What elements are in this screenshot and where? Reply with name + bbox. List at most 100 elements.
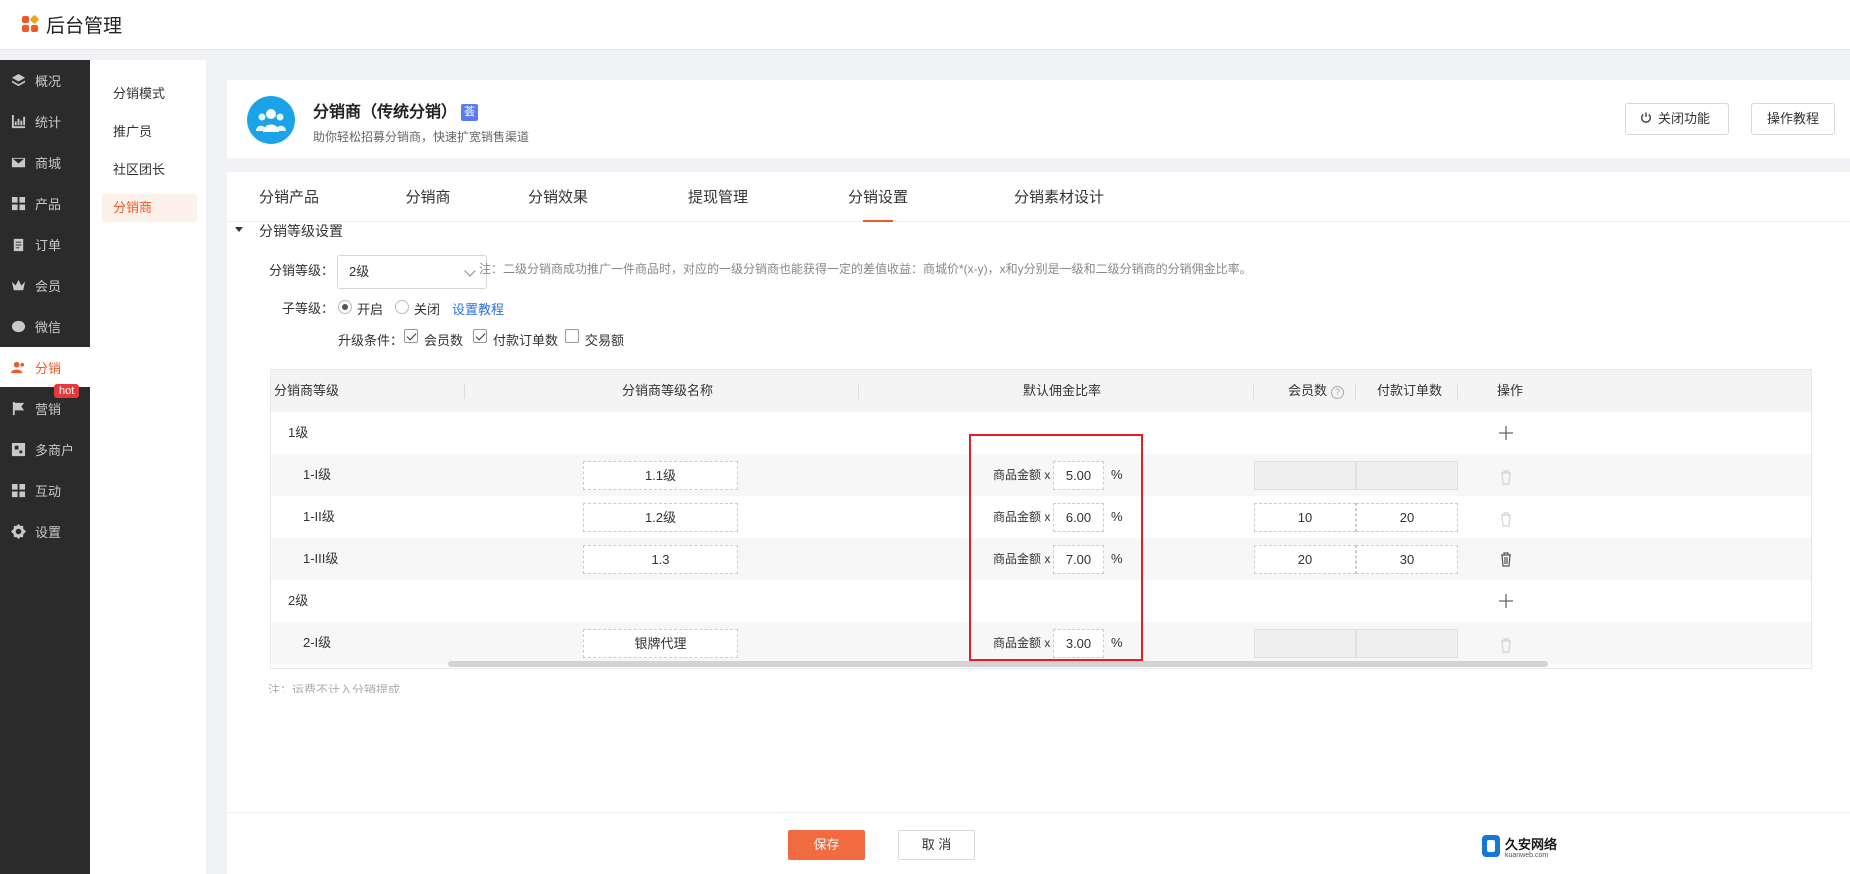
- collapse-caret-icon[interactable]: [235, 227, 243, 232]
- crown-icon: [11, 279, 26, 290]
- sublevel-on-label[interactable]: 开启: [357, 299, 383, 318]
- level-name-input[interactable]: 1.2级: [583, 503, 738, 532]
- orders-input[interactable]: 20: [1356, 503, 1458, 532]
- orders-checkbox-label[interactable]: 付款订单数: [493, 330, 558, 349]
- save-button[interactable]: 保存: [788, 830, 865, 860]
- percent-sign: %: [1111, 635, 1123, 650]
- sidebar-item-wechat[interactable]: 微信: [0, 306, 90, 346]
- setup-tutorial-link[interactable]: 设置教程: [452, 299, 504, 318]
- help-icon[interactable]: ?: [1331, 386, 1345, 399]
- row-level: 1-I级: [303, 467, 332, 482]
- rate-prefix: 商品金额 x: [993, 510, 1051, 524]
- rate-prefix: 商品金额 x: [993, 636, 1051, 650]
- trash-icon[interactable]: [1498, 551, 1514, 567]
- page-title-text: 分销商（传统分销）: [313, 104, 458, 121]
- upgrade-label: 升级条件：: [338, 333, 404, 348]
- orders-checkbox[interactable]: [473, 329, 487, 343]
- cancel-button[interactable]: 取 消: [898, 830, 975, 860]
- trash-icon: [1501, 638, 1511, 653]
- orders-input: [1356, 629, 1458, 658]
- grid-icon: [11, 196, 26, 210]
- rate-input[interactable]: 3.00: [1053, 629, 1104, 658]
- page-subtitle: 助你轻松招募分销商，快速扩宽销售渠道: [313, 130, 530, 144]
- submenu-item-promoter[interactable]: 推广员: [102, 118, 197, 146]
- rate-input[interactable]: 5.00: [1053, 461, 1104, 490]
- tutorial-button[interactable]: 操作教程: [1751, 103, 1835, 135]
- column-divider: [1355, 384, 1356, 399]
- gear-icon: [11, 523, 26, 539]
- sidebar-item-overview[interactable]: 概况: [0, 60, 90, 100]
- sidebar-item-label: 设置: [35, 524, 62, 540]
- sidebar-item-products[interactable]: 产品: [0, 183, 90, 223]
- sidebar-item-label: 多商户: [35, 442, 75, 458]
- section-title: 分销等级设置: [259, 223, 343, 239]
- sidebar-item-settings[interactable]: 设置: [0, 511, 90, 551]
- sidebar-item-orders[interactable]: 订单: [0, 224, 90, 264]
- level-note: 注：二级分销商成功推广一件商品时，对应的一级分销商也能获得一定的差值收益：商城价…: [479, 262, 1252, 276]
- table-row-group: 1级: [271, 412, 1811, 454]
- flag-icon: [12, 401, 25, 415]
- th-orders: 付款订单数: [1377, 383, 1443, 398]
- power-icon: [1641, 112, 1651, 123]
- rate-input[interactable]: 6.00: [1053, 503, 1104, 532]
- sidebar-item-distribution[interactable]: 分销: [0, 347, 90, 387]
- sidebar-item-marketing[interactable]: 营销 hot: [0, 384, 90, 428]
- add-icon[interactable]: [1498, 425, 1514, 441]
- wechat-icon: [11, 320, 26, 332]
- footer-bar: [227, 812, 1850, 874]
- submenu-item-mode[interactable]: 分销模式: [102, 80, 197, 108]
- distributor-app-icon: [247, 96, 295, 144]
- amount-checkbox[interactable]: [565, 329, 579, 343]
- submenu-item-distributor[interactable]: 分销商: [102, 194, 197, 222]
- table-row: 1-III级 1.3 商品金额 x 7.00 % 20 30: [271, 538, 1811, 580]
- sublevel-on-radio[interactable]: [338, 300, 352, 314]
- sidebar-item-multi-merchant[interactable]: 多商户: [0, 429, 90, 469]
- th-members: 会员数?: [1288, 370, 1345, 412]
- submenu-item-community-leader[interactable]: 社区团长: [102, 156, 197, 184]
- tab-material-design[interactable]: 分销素材设计: [1004, 172, 1114, 222]
- hot-badge: hot: [54, 384, 80, 398]
- mail-icon: [11, 157, 26, 167]
- members-checkbox-label[interactable]: 会员数: [424, 330, 463, 349]
- people-icon: [11, 361, 25, 373]
- table-horizontal-scrollbar[interactable]: [448, 661, 1548, 667]
- level-name-input[interactable]: 银牌代理: [583, 629, 738, 658]
- sidebar-item-interaction[interactable]: 互动: [0, 470, 90, 510]
- close-feature-label: 关闭功能: [1658, 111, 1711, 126]
- feature-tag: 荟: [461, 104, 479, 121]
- th-members-text: 会员数: [1288, 383, 1328, 398]
- orders-input[interactable]: 30: [1356, 545, 1458, 574]
- level-select[interactable]: 2级: [337, 255, 487, 289]
- level-name-input[interactable]: 1.1级: [583, 461, 738, 490]
- sublevel-label: 子等级：: [282, 301, 335, 316]
- layers-icon: [11, 73, 26, 86]
- tab-effect[interactable]: 分销效果: [518, 172, 598, 222]
- tab-withdrawal[interactable]: 提现管理: [678, 172, 758, 222]
- members-input[interactable]: 20: [1254, 545, 1356, 574]
- close-feature-button[interactable]: 关闭功能: [1625, 103, 1729, 135]
- sidebar-item-label: 统计: [35, 114, 62, 130]
- table-row: 1-I级 1.1级 商品金额 x 5.00 %: [271, 454, 1811, 496]
- rate-input[interactable]: 7.00: [1053, 545, 1104, 574]
- members-checkbox[interactable]: [404, 329, 418, 343]
- sublevel-off-radio[interactable]: [395, 300, 409, 314]
- sidebar-item-members[interactable]: 会员: [0, 265, 90, 305]
- amount-checkbox-label[interactable]: 交易额: [585, 330, 624, 349]
- level-name-input[interactable]: 1.3: [583, 545, 738, 574]
- members-input[interactable]: 10: [1254, 503, 1356, 532]
- th-name: 分销商等级名称: [622, 383, 714, 398]
- tab-products[interactable]: 分销产品: [249, 172, 329, 222]
- column-divider: [1457, 384, 1458, 399]
- footer-note: 注：运费不计入分销提成: [268, 683, 401, 693]
- tab-settings[interactable]: 分销设置: [838, 172, 918, 222]
- members-input: [1254, 629, 1356, 658]
- table-row-group: 2级: [271, 580, 1811, 622]
- tab-distributors[interactable]: 分销商: [395, 172, 461, 222]
- sublevel-off-label[interactable]: 关闭: [414, 299, 440, 318]
- members-input: [1254, 461, 1356, 490]
- add-icon[interactable]: [1498, 593, 1514, 609]
- sidebar-item-stats[interactable]: 统计: [0, 101, 90, 141]
- sidebar-item-mall[interactable]: 商城: [0, 142, 90, 182]
- sidebar-item-label: 概况: [35, 73, 62, 89]
- group-label: 1级: [288, 425, 309, 440]
